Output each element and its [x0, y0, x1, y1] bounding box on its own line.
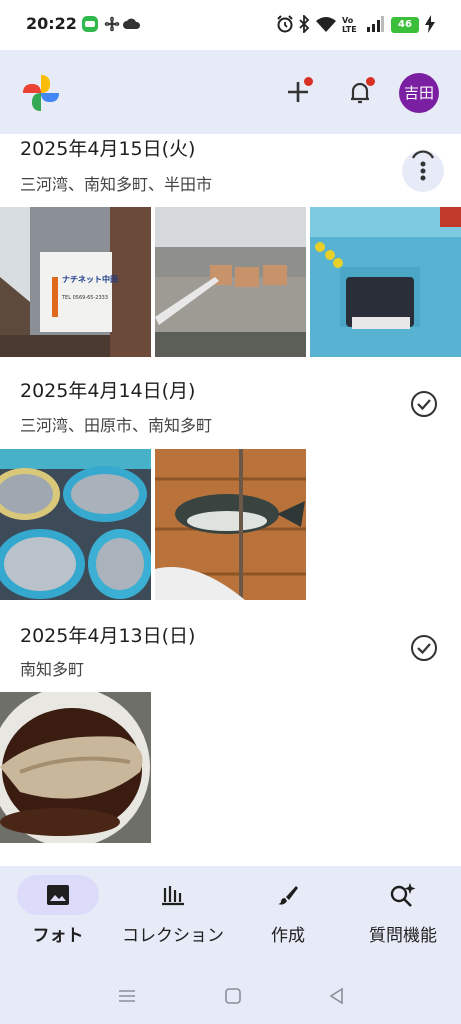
back-icon[interactable]	[324, 985, 350, 1007]
cloud-icon	[122, 14, 142, 34]
photo-thumbnail-sign[interactable]: ナチネット中田 TEL 0569-65-2333	[0, 207, 151, 357]
photo-thumbnail-pufferfish[interactable]	[155, 449, 306, 600]
brush-icon	[247, 875, 329, 915]
collection-icon	[132, 875, 214, 915]
battery-level: 46	[391, 17, 419, 33]
bluetooth-icon	[296, 14, 312, 34]
section-location: 三河湾、田原市、南知多町	[20, 416, 213, 435]
nav-tab-collections[interactable]: コレクション	[113, 875, 233, 955]
notification-dot	[304, 77, 313, 86]
section-date: 2025年4月13日(日)	[20, 625, 196, 647]
svg-text:LTE: LTE	[342, 25, 357, 33]
nav-tab-ask[interactable]: 質問機能	[355, 875, 451, 955]
home-icon[interactable]	[220, 985, 246, 1007]
account-avatar[interactable]: 吉田	[399, 73, 439, 113]
photo-thumbnail-fish-baskets[interactable]	[0, 449, 151, 600]
volte-icon: Vo LTE	[340, 14, 362, 34]
next-section-peek	[20, 858, 220, 866]
signal-icon	[364, 14, 386, 34]
photo-thumbnail-boat[interactable]	[310, 207, 461, 357]
section-date: 2025年4月14日(月)	[20, 380, 196, 402]
recent-apps-icon[interactable]	[114, 985, 140, 1007]
section-date: 2025年4月15日(火)	[20, 138, 196, 160]
add-button[interactable]	[280, 74, 316, 110]
charging-icon	[423, 14, 437, 34]
wifi-icon	[314, 14, 338, 34]
loading-spinner-icon	[408, 146, 438, 176]
notification-dot	[366, 77, 375, 86]
sign-text: ナチネット中田	[62, 274, 118, 284]
photo-icon	[17, 875, 99, 915]
nav-label: 質問機能	[369, 926, 437, 946]
select-section-check-icon[interactable]	[410, 390, 438, 418]
svg-text:Vo: Vo	[342, 16, 354, 25]
ask-icon	[362, 875, 444, 915]
notifications-button[interactable]	[342, 74, 378, 110]
section-location: 南知多町	[20, 660, 85, 679]
app-bar	[0, 50, 461, 134]
fan-icon	[102, 14, 122, 34]
nav-label: 作成	[271, 926, 305, 946]
sign-phone: TEL 0569-65-2333	[61, 295, 108, 301]
google-photos-logo-icon	[20, 72, 62, 114]
status-time: 20:22	[26, 14, 77, 33]
section-location: 三河湾、南知多町、半田市	[20, 175, 213, 194]
line-app-icon	[80, 14, 100, 34]
photo-thumbnail-pier[interactable]	[155, 207, 306, 357]
nav-label: コレクション	[122, 926, 224, 946]
alarm-icon	[274, 14, 296, 34]
nav-label: フォト	[32, 926, 84, 946]
select-section-check-icon[interactable]	[410, 634, 438, 662]
photo-thumbnail-simmered-fish[interactable]	[0, 692, 151, 843]
nav-tab-photos[interactable]: フォト	[15, 875, 101, 955]
nav-tab-create[interactable]: 作成	[245, 875, 331, 955]
